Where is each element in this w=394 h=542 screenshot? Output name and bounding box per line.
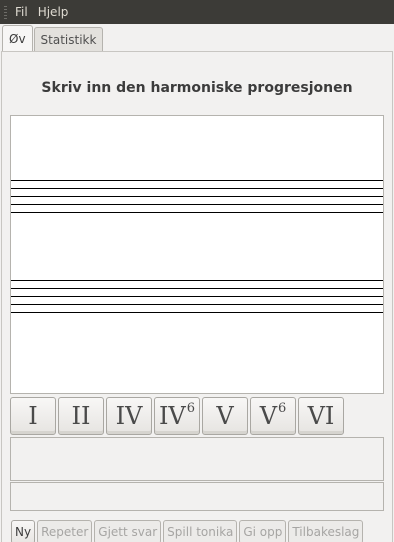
give-up-button[interactable]: Gi opp xyxy=(239,520,287,542)
chord-label: IV xyxy=(158,402,186,430)
music-staff xyxy=(10,115,384,394)
chord-button-ii[interactable]: II xyxy=(58,397,104,435)
tab-bar: Øv Statistikk xyxy=(0,24,394,52)
chord-label: V xyxy=(216,402,234,430)
guess-answer-button[interactable]: Gjett svar xyxy=(94,520,162,542)
answer-frame xyxy=(10,437,384,481)
action-bar: Ny Repeter Gjett svar Spill tonika Gi op… xyxy=(11,520,365,542)
chord-label: I xyxy=(28,402,38,430)
chord-button-i[interactable]: I xyxy=(10,397,56,435)
play-tonic-button[interactable]: Spill tonika xyxy=(163,520,238,542)
chord-label: II xyxy=(71,402,91,430)
menubar-grip xyxy=(0,0,10,24)
menu-file[interactable]: Fil xyxy=(10,0,33,24)
chord-button-v[interactable]: V xyxy=(202,397,248,435)
tab-statistics[interactable]: Statistikk xyxy=(33,27,104,52)
exercise-heading: Skriv inn den harmoniske progresjonen xyxy=(41,80,353,96)
status-frame xyxy=(10,482,384,511)
staff-lines xyxy=(11,180,383,313)
backspace-button[interactable]: Tilbakeslag xyxy=(288,520,364,542)
chord-button-v6[interactable]: V6 xyxy=(250,397,296,435)
chord-label: V xyxy=(259,402,278,430)
chord-button-iv6[interactable]: IV 6 xyxy=(154,397,200,435)
repeat-button[interactable]: Repeter xyxy=(37,520,93,542)
chord-button-vi[interactable]: VI xyxy=(298,397,344,435)
chord-buttons: I II IV IV 6 V V6 VI xyxy=(10,397,384,435)
chord-button-iv[interactable]: IV xyxy=(106,397,152,435)
chord-inversion: 6 xyxy=(186,400,196,416)
chord-inversion: 6 xyxy=(278,400,287,416)
menu-help[interactable]: Hjelp xyxy=(33,0,74,24)
tab-practice[interactable]: Øv xyxy=(2,25,33,52)
new-button[interactable]: Ny xyxy=(11,520,36,542)
menubar: Fil Hjelp xyxy=(0,0,394,24)
chord-label: VI xyxy=(307,402,335,430)
chord-label: IV xyxy=(115,402,143,430)
